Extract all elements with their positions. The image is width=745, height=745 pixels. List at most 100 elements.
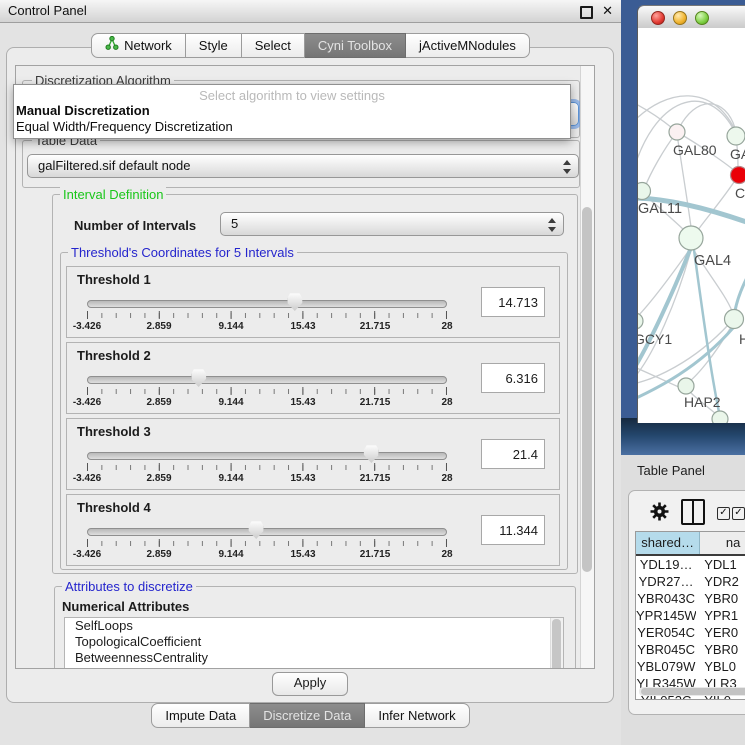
threshold-3-slider[interactable]: -3.4262.8599.14415.4321.71528: [87, 449, 447, 487]
tab-jactivemnodules[interactable]: jActiveMNodules: [406, 33, 530, 58]
column-header-shared-name[interactable]: shared…: [636, 532, 700, 554]
network-node-H[interactable]: [725, 310, 744, 329]
network-edge[interactable]: [694, 250, 719, 412]
apply-button[interactable]: Apply: [272, 672, 348, 696]
table-header-row: shared… na: [636, 532, 745, 556]
tab-network[interactable]: Network: [91, 33, 186, 58]
network-edge[interactable]: [735, 268, 745, 311]
threshold-3-value-field[interactable]: 21.4: [481, 439, 545, 469]
table-data-combobox-value: galFiltered.sif default node: [38, 158, 190, 173]
thresholds-group-title: Threshold's Coordinates for 5 Intervals: [68, 245, 297, 260]
network-edge[interactable]: [698, 176, 738, 230]
network-canvas[interactable]: GAL80GACGAL11GAL4GCY1HHAP2: [638, 28, 745, 423]
checkbox-icon[interactable]: ✓: [732, 507, 745, 520]
number-of-intervals-value: 5: [231, 216, 238, 231]
slider-thumb[interactable]: [364, 445, 379, 463]
close-traffic-light-icon[interactable]: [651, 11, 665, 25]
table-cell[interactable]: YBL079W: [636, 658, 696, 675]
zoom-traffic-light-icon[interactable]: [695, 11, 709, 25]
network-node-GCY1[interactable]: [638, 313, 643, 329]
network-node-HAP2[interactable]: [678, 378, 694, 394]
table-row[interactable]: YBL079WYBL0: [636, 658, 745, 675]
list-item[interactable]: SelfLoops: [65, 618, 563, 634]
column-header-name[interactable]: na: [700, 532, 745, 554]
threshold-3-label: Threshold 3: [77, 424, 151, 439]
network-node-C[interactable]: [731, 167, 745, 184]
table-horizontal-scrollbar[interactable]: [639, 687, 745, 696]
number-of-intervals-combobox[interactable]: 5: [220, 212, 564, 236]
tab-discretize-data[interactable]: Discretize Data: [250, 703, 365, 728]
panel-scrollbar[interactable]: [580, 66, 594, 668]
table-row[interactable]: YBR043CYBR0: [636, 590, 745, 607]
threshold-4-slider[interactable]: -3.4262.8599.14415.4321.71528: [87, 525, 447, 563]
scrollbar-thumb[interactable]: [641, 688, 745, 695]
table-cell[interactable]: YPR1: [696, 607, 745, 624]
network-node-label: GCY1: [638, 331, 672, 347]
table-cell[interactable]: YBR0: [696, 590, 745, 607]
table-cell[interactable]: YER054C: [636, 624, 696, 641]
network-node[interactable]: [712, 411, 728, 423]
slider-track[interactable]: [87, 376, 447, 384]
table-cell[interactable]: YBR045C: [636, 641, 696, 658]
table-row[interactable]: YER054CYER0: [636, 624, 745, 641]
table-row[interactable]: YPR145WYPR1: [636, 607, 745, 624]
close-icon[interactable]: ✕: [602, 0, 613, 22]
table-cell[interactable]: YBR0: [696, 641, 745, 658]
slider-thumb[interactable]: [287, 293, 302, 311]
slider-thumb[interactable]: [249, 521, 264, 539]
table-row[interactable]: YDL19…YDL1: [636, 556, 745, 573]
tab-cyni-toolbox[interactable]: Cyni Toolbox: [305, 33, 406, 58]
tick-label: 2.859: [146, 321, 171, 332]
slider-thumb[interactable]: [191, 369, 206, 387]
table-cell[interactable]: YDR2: [696, 573, 745, 590]
slider-track[interactable]: [87, 528, 447, 536]
threshold-1-value-field[interactable]: 14.713: [481, 287, 545, 317]
gear-icon[interactable]: [649, 501, 670, 525]
table-cell[interactable]: YPR145W: [636, 607, 696, 624]
threshold-2-slider[interactable]: -3.4262.8599.14415.4321.71528: [87, 373, 447, 411]
node-attribute-table: shared… na YDL19…YDL1YDR27…YDR2YBR043CYB…: [635, 531, 745, 700]
slider-track[interactable]: [87, 452, 447, 460]
algorithm-option-manual[interactable]: Manual Discretization: [14, 103, 570, 119]
table-row[interactable]: YBR045CYBR0: [636, 641, 745, 658]
threshold-1-slider[interactable]: -3.4262.8599.14415.4321.71528: [87, 297, 447, 335]
minimize-traffic-light-icon[interactable]: [673, 11, 687, 25]
network-edge[interactable]: [638, 250, 690, 372]
tab-infer-network[interactable]: Infer Network: [365, 703, 469, 728]
network-node-label: GAL4: [694, 253, 731, 269]
desktop-background: [621, 418, 745, 455]
algorithm-option-equal-width[interactable]: Equal Width/Frequency Discretization: [14, 119, 570, 135]
table-cell[interactable]: YDL19…: [636, 556, 696, 573]
network-edge[interactable]: [645, 132, 677, 187]
list-item[interactable]: TopologicalCoefficient: [65, 634, 563, 650]
network-node-GAL80[interactable]: [669, 124, 685, 140]
table-cell[interactable]: YDR27…: [636, 573, 696, 590]
table-data-combobox[interactable]: galFiltered.sif default node: [27, 154, 579, 178]
numerical-attributes-list[interactable]: SelfLoops TopologicalCoefficient Between…: [64, 617, 564, 669]
network-node-GA[interactable]: [727, 127, 745, 145]
table-row[interactable]: YDR27…YDR2: [636, 573, 745, 590]
list-item[interactable]: BetweennessCentrality: [65, 650, 563, 666]
network-node-GAL4[interactable]: [679, 226, 703, 250]
network-window-titlebar[interactable]: [638, 6, 745, 29]
network-node-GAL11[interactable]: [638, 183, 651, 200]
list-scrollbar[interactable]: [550, 618, 563, 669]
scrollbar-thumb[interactable]: [552, 619, 561, 669]
table-cell[interactable]: YDL1: [696, 556, 745, 573]
table-cell[interactable]: YER0: [696, 624, 745, 641]
tab-select[interactable]: Select: [242, 33, 305, 58]
tab-impute-data[interactable]: Impute Data: [151, 703, 250, 728]
table-cell[interactable]: YBL0: [696, 658, 745, 675]
threshold-2-value-field[interactable]: 6.316: [481, 363, 545, 393]
checkbox-icon[interactable]: ✓: [717, 507, 730, 520]
table-cell[interactable]: YBR043C: [636, 590, 696, 607]
network-node-label: GAL11: [638, 201, 682, 217]
tab-cyni-toolbox-label: Cyni Toolbox: [318, 34, 392, 57]
float-window-icon[interactable]: [580, 6, 593, 19]
threshold-4-value-field[interactable]: 11.344: [481, 515, 545, 545]
slider-track[interactable]: [87, 300, 447, 308]
scrollbar-thumb[interactable]: [582, 207, 592, 572]
slider-tick-labels: -3.4262.8599.14415.4321.71528: [87, 473, 447, 485]
two-pane-columns-icon[interactable]: [681, 499, 705, 525]
tab-style[interactable]: Style: [186, 33, 242, 58]
